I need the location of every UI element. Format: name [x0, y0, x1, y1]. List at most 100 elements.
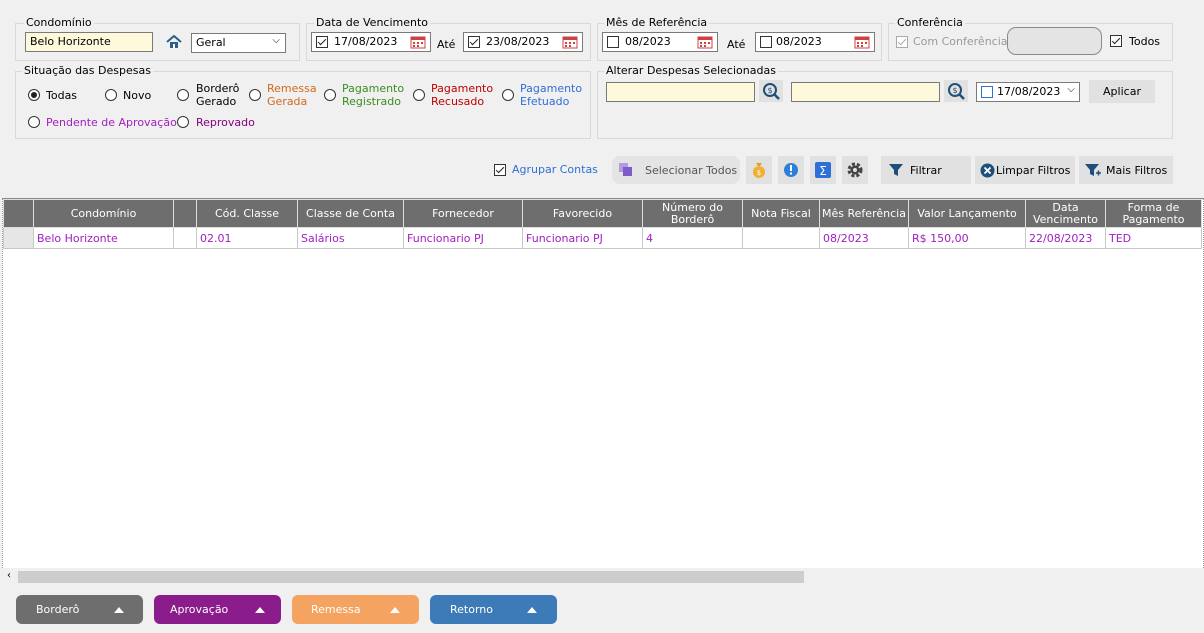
column-header[interactable]: Data Vencimento — [1025, 199, 1106, 228]
aplicar-button[interactable]: Aplicar — [1089, 80, 1155, 103]
table-cell[interactable]: 08/2023 — [819, 227, 909, 249]
chevron-up-icon — [390, 607, 400, 613]
table-cell[interactable] — [173, 227, 197, 249]
aprovacao-label: Aprovação — [170, 603, 229, 616]
column-header[interactable]: Nota Fiscal — [742, 199, 820, 228]
vencimento-to-checkbox[interactable] — [468, 36, 480, 48]
condominio-label: Condomínio — [24, 16, 94, 29]
table-row[interactable]: Belo Horizonte 02.01 Salários Funcionari… — [3, 227, 1202, 249]
referencia-from-field[interactable]: 08/2023 — [602, 32, 718, 52]
column-header[interactable]: Forma de Pagamento — [1105, 199, 1202, 228]
filtrar-button[interactable]: Filtrar — [881, 156, 971, 184]
radio-bordero-gerado-label: Borderô Gerado — [196, 82, 240, 108]
limpar-filtros-button[interactable]: Limpar Filtros — [975, 156, 1075, 184]
radio-pagamento-registrado[interactable] — [324, 89, 336, 101]
conferencia-select[interactable] — [1007, 27, 1102, 55]
column-header[interactable]: Mês Referência — [819, 199, 909, 228]
calendar-icon[interactable] — [410, 35, 426, 49]
referencia-to-field[interactable]: 08/2023 — [755, 32, 875, 52]
referencia-from-checkbox[interactable] — [607, 36, 619, 48]
row-selector[interactable] — [3, 227, 34, 249]
condominio-input[interactable]: Belo Horizonte — [25, 32, 153, 52]
vencimento-to-field[interactable]: 23/08/2023 — [463, 32, 583, 52]
copy-icon — [619, 163, 633, 177]
calendar-icon[interactable] — [854, 35, 870, 49]
alterar-input-2[interactable] — [791, 82, 940, 102]
column-header[interactable] — [173, 199, 197, 228]
grid-area — [2, 198, 1204, 568]
column-header[interactable]: Classe de Conta — [297, 199, 404, 228]
money-search-icon[interactable]: $ — [759, 80, 783, 102]
sigma-icon: Σ — [815, 162, 831, 178]
alterar-date-field[interactable]: 17/08/2023 ⌵ — [976, 82, 1080, 102]
alert-button[interactable] — [778, 156, 804, 184]
bordero-button[interactable]: Borderô — [16, 595, 143, 624]
radio-pagamento-efetuado[interactable] — [502, 89, 514, 101]
horizontal-scrollbar[interactable]: ‹ — [3, 569, 1203, 585]
mais-filtros-button[interactable]: Mais Filtros — [1079, 156, 1173, 184]
agrupar-contas-label: Agrupar Contas — [512, 163, 598, 176]
retorno-button[interactable]: Retorno — [430, 595, 557, 624]
vencimento-to-value: 23/08/2023 — [486, 35, 550, 48]
condominio-type-value: Geral — [196, 36, 226, 49]
column-header[interactable]: Fornecedor — [403, 199, 523, 228]
table-cell[interactable]: 22/08/2023 — [1025, 227, 1106, 249]
calendar-icon[interactable] — [562, 35, 578, 49]
com-conferencia-checkbox[interactable] — [896, 36, 908, 48]
radio-pagamento-recusado[interactable] — [413, 89, 425, 101]
svg-text:Σ: Σ — [819, 164, 827, 178]
column-header[interactable] — [3, 199, 34, 228]
table-cell[interactable]: R$ 150,00 — [908, 227, 1026, 249]
referencia-to-checkbox[interactable] — [760, 36, 772, 48]
svg-text:$: $ — [952, 86, 957, 95]
alterar-input-1[interactable] — [606, 82, 755, 102]
column-header[interactable]: Número do Borderô — [642, 199, 743, 228]
mais-filtros-label: Mais Filtros — [1106, 164, 1168, 177]
sum-button[interactable]: Σ — [810, 156, 836, 184]
table-cell[interactable]: 4 — [642, 227, 743, 249]
remessa-button[interactable]: Remessa — [292, 595, 419, 624]
scrollbar-thumb[interactable] — [18, 571, 804, 583]
settings-button[interactable] — [842, 156, 868, 184]
referencia-from-value: 08/2023 — [625, 35, 671, 48]
close-circle-icon — [980, 163, 995, 178]
money-search-icon[interactable]: $ — [944, 80, 968, 102]
aprovacao-button[interactable]: Aprovação — [154, 595, 281, 624]
selecionar-todos-button[interactable]: Selecionar Todos — [612, 156, 740, 184]
column-header[interactable]: Condomínio — [33, 199, 174, 228]
money-bag-button[interactable]: $ — [746, 156, 772, 184]
table-cell[interactable]: Funcionario PJ — [403, 227, 523, 249]
radio-remessa-gerada[interactable] — [249, 89, 261, 101]
calendar-icon[interactable] — [697, 35, 713, 49]
table-cell[interactable]: Salários — [297, 227, 404, 249]
vencimento-from-field[interactable]: 17/08/2023 — [311, 32, 431, 52]
com-conferencia-label: Com Conferência — [913, 35, 1008, 48]
vencimento-from-checkbox[interactable] — [316, 36, 328, 48]
table-cell[interactable]: TED — [1105, 227, 1202, 249]
expenses-table: Condomínio Cód. Classe Classe de Conta F… — [3, 199, 1202, 249]
radio-reprovado[interactable] — [177, 116, 189, 128]
radio-bordero-gerado[interactable] — [177, 89, 189, 101]
radio-todas[interactable] — [28, 89, 40, 101]
column-header[interactable]: Favorecido — [522, 199, 643, 228]
home-icon[interactable] — [166, 34, 182, 49]
radio-pendente-aprovacao-label: Pendente de Aprovação — [46, 116, 177, 129]
scroll-left-icon[interactable]: ‹ — [7, 570, 11, 581]
radio-pendente-aprovacao[interactable] — [28, 116, 40, 128]
chevron-up-icon — [527, 607, 537, 613]
column-header[interactable]: Valor Lançamento — [908, 199, 1026, 228]
agrupar-contas-checkbox[interactable] — [494, 164, 506, 176]
alterar-date-checkbox[interactable] — [981, 86, 993, 98]
table-cell[interactable]: Belo Horizonte — [33, 227, 174, 249]
condominio-type-select[interactable]: Geral ⌵ — [191, 33, 286, 53]
table-cell[interactable] — [742, 227, 820, 249]
money-bag-icon: $ — [753, 163, 765, 178]
table-cell[interactable]: 02.01 — [196, 227, 298, 249]
todos-checkbox[interactable] — [1110, 35, 1122, 47]
filter-plus-icon — [1085, 164, 1101, 176]
vencimento-ate-label: Até — [437, 38, 456, 51]
column-header[interactable]: Cód. Classe — [196, 199, 298, 228]
situacao-label: Situação das Despesas — [22, 64, 153, 77]
radio-novo[interactable] — [105, 89, 117, 101]
table-cell[interactable]: Funcionario PJ — [522, 227, 643, 249]
